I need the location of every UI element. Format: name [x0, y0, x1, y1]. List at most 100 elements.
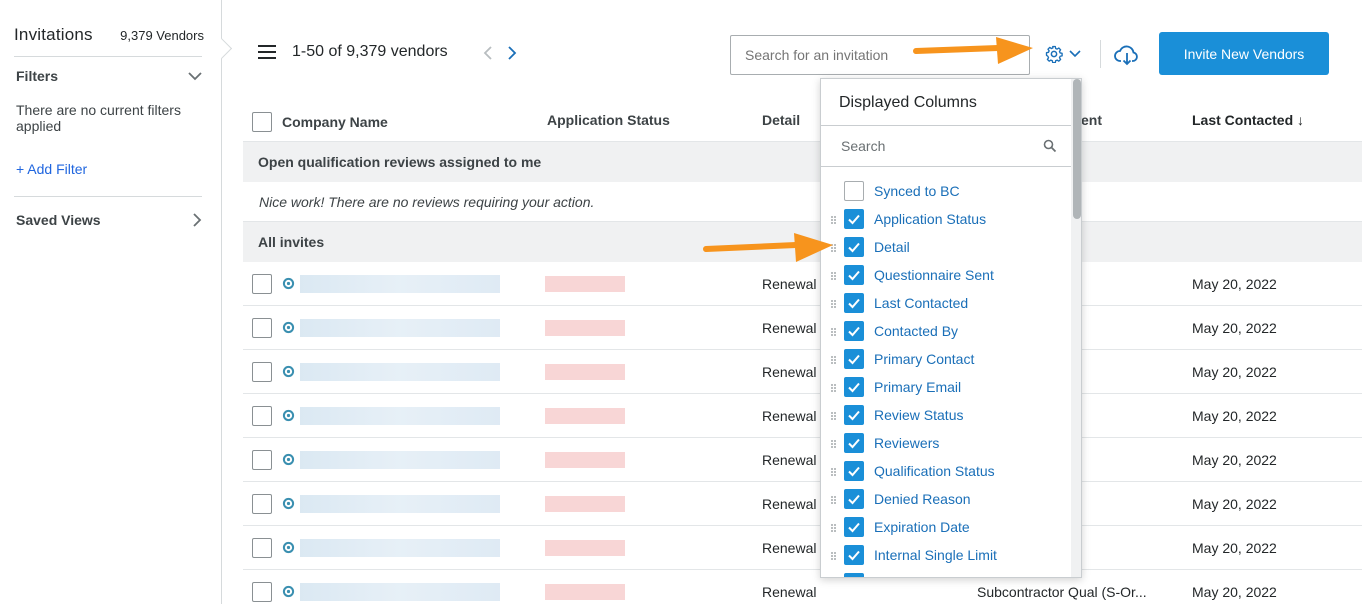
- arrow-annotation-icon: [913, 37, 1033, 64]
- company-name-redacted[interactable]: [300, 407, 500, 425]
- column-option[interactable]: Qualification Status: [821, 459, 1071, 487]
- column-option[interactable]: Detail: [821, 235, 1071, 263]
- column-checkbox[interactable]: [844, 349, 864, 369]
- column-option[interactable]: [821, 571, 1071, 577]
- column-checkbox[interactable]: [844, 405, 864, 425]
- drag-handle-icon[interactable]: [831, 440, 836, 448]
- column-header-detail[interactable]: Detail: [762, 112, 800, 128]
- drag-handle-icon[interactable]: [831, 468, 836, 476]
- column-checkbox[interactable]: [844, 377, 864, 397]
- next-page-icon[interactable]: [504, 44, 520, 62]
- column-header-application-status[interactable]: Application Status: [547, 112, 670, 128]
- column-checkbox[interactable]: [844, 265, 864, 285]
- previous-page-icon[interactable]: [480, 44, 496, 62]
- popover-scrollbar[interactable]: [1071, 79, 1081, 577]
- column-option[interactable]: Contacted By: [821, 319, 1071, 347]
- column-header-last-contacted[interactable]: Last Contacted ↓: [1192, 112, 1304, 128]
- table-row[interactable]: RenewalQual (S-Or...May 20, 2022: [243, 482, 1362, 526]
- row-checkbox[interactable]: [252, 274, 272, 294]
- row-checkbox[interactable]: [252, 406, 272, 426]
- sidebar-header: Invitations 9,379 Vendors: [14, 25, 204, 47]
- scrollbar-thumb[interactable]: [1073, 79, 1081, 219]
- column-option[interactable]: Reviewers: [821, 431, 1071, 459]
- column-option[interactable]: Expiration Date: [821, 515, 1071, 543]
- column-option[interactable]: Questionnaire Sent: [821, 263, 1071, 291]
- column-option[interactable]: Last Contacted: [821, 291, 1071, 319]
- drag-handle-icon[interactable]: [831, 272, 836, 280]
- row-checkbox[interactable]: [252, 538, 272, 558]
- column-checkbox[interactable]: [844, 461, 864, 481]
- drag-handle-icon[interactable]: [831, 496, 836, 504]
- row-checkbox[interactable]: [252, 494, 272, 514]
- displayed-columns-popover: Displayed Columns Search Synced to BC App…: [820, 78, 1082, 578]
- renewal-icon: [282, 277, 295, 290]
- gear-icon: [1045, 45, 1063, 63]
- drag-handle-icon[interactable]: [831, 328, 836, 336]
- column-settings-button[interactable]: [1045, 42, 1089, 66]
- column-checkbox[interactable]: [844, 489, 864, 509]
- column-checkbox[interactable]: [844, 545, 864, 565]
- column-option-label: Primary Contact: [874, 351, 975, 367]
- row-checkbox[interactable]: [252, 582, 272, 602]
- company-name-redacted[interactable]: [300, 451, 500, 469]
- company-name-redacted[interactable]: [300, 583, 500, 601]
- company-name-redacted[interactable]: [300, 495, 500, 513]
- table-header: Company Name Application Status Detail e…: [243, 98, 1362, 142]
- column-option[interactable]: Primary Email: [821, 375, 1071, 403]
- table-row[interactable]: Renewal Subcontractor Qual (S-Or... May 20…: [243, 570, 1362, 604]
- table-row[interactable]: RenewalQual (S-Or...May 20, 2022: [243, 306, 1362, 350]
- row-checkbox[interactable]: [252, 450, 272, 470]
- column-header-company[interactable]: Company Name: [282, 114, 388, 130]
- checkmark-icon: [848, 410, 860, 421]
- drag-handle-icon[interactable]: [831, 300, 836, 308]
- column-option[interactable]: Primary Contact: [821, 347, 1071, 375]
- column-option[interactable]: Review Status: [821, 403, 1071, 431]
- table-row[interactable]: RenewalQual (S-Or...May 20, 2022: [243, 526, 1362, 570]
- checkmark-icon: [848, 494, 860, 505]
- row-checkbox[interactable]: [252, 318, 272, 338]
- column-checkbox[interactable]: [844, 517, 864, 537]
- table-row[interactable]: RenewalQual (S-Or...May 20, 2022: [243, 262, 1362, 306]
- drag-handle-icon[interactable]: [831, 216, 836, 224]
- column-checkbox[interactable]: [844, 209, 864, 229]
- last-contacted-cell: May 20, 2022: [1192, 496, 1277, 512]
- column-checkbox[interactable]: [844, 237, 864, 257]
- drag-handle-icon[interactable]: [831, 524, 836, 532]
- renewal-icon: [282, 409, 295, 422]
- company-name-redacted[interactable]: [300, 275, 500, 293]
- table-row[interactable]: RenewalQual (S-Or...May 20, 2022: [243, 394, 1362, 438]
- table-row[interactable]: RenewalQual (S-Or...May 20, 2022: [243, 438, 1362, 482]
- column-checkbox[interactable]: [844, 433, 864, 453]
- filters-toggle[interactable]: Filters: [16, 66, 202, 86]
- column-checkbox[interactable]: [844, 321, 864, 341]
- column-option[interactable]: Application Status: [821, 207, 1071, 235]
- detail-cell: Renewal: [762, 364, 817, 380]
- add-filter-link[interactable]: + Add Filter: [16, 161, 87, 177]
- column-option[interactable]: Synced to BC: [821, 179, 1071, 207]
- column-option-label: Questionnaire Sent: [874, 267, 994, 283]
- menu-icon[interactable]: [258, 45, 276, 59]
- company-name-redacted[interactable]: [300, 539, 500, 557]
- column-checkbox[interactable]: [844, 573, 864, 577]
- row-checkbox[interactable]: [252, 362, 272, 382]
- detail-cell: Renewal: [762, 496, 817, 512]
- cloud-download-icon[interactable]: [1114, 42, 1140, 68]
- renewal-icon: [282, 365, 295, 378]
- company-name-redacted[interactable]: [300, 363, 500, 381]
- drag-handle-icon[interactable]: [831, 356, 836, 364]
- column-checkbox[interactable]: [844, 293, 864, 313]
- drag-handle-icon[interactable]: [831, 552, 836, 560]
- invite-new-vendors-button[interactable]: Invite New Vendors: [1159, 32, 1329, 75]
- column-option[interactable]: Denied Reason: [821, 487, 1071, 515]
- column-checkbox[interactable]: [844, 181, 864, 201]
- column-search-input[interactable]: Search: [821, 125, 1071, 167]
- drag-handle-icon[interactable]: [831, 384, 836, 392]
- company-name-redacted[interactable]: [300, 319, 500, 337]
- column-option[interactable]: Internal Single Limit: [821, 543, 1071, 571]
- column-header-questionnaire-sent[interactable]: ent: [1081, 112, 1102, 128]
- detail-cell: Renewal: [762, 408, 817, 424]
- saved-views-toggle[interactable]: Saved Views: [16, 210, 202, 230]
- drag-handle-icon[interactable]: [831, 412, 836, 420]
- select-all-checkbox[interactable]: [252, 112, 272, 132]
- table-row[interactable]: RenewalQual (S-Or...May 20, 2022: [243, 350, 1362, 394]
